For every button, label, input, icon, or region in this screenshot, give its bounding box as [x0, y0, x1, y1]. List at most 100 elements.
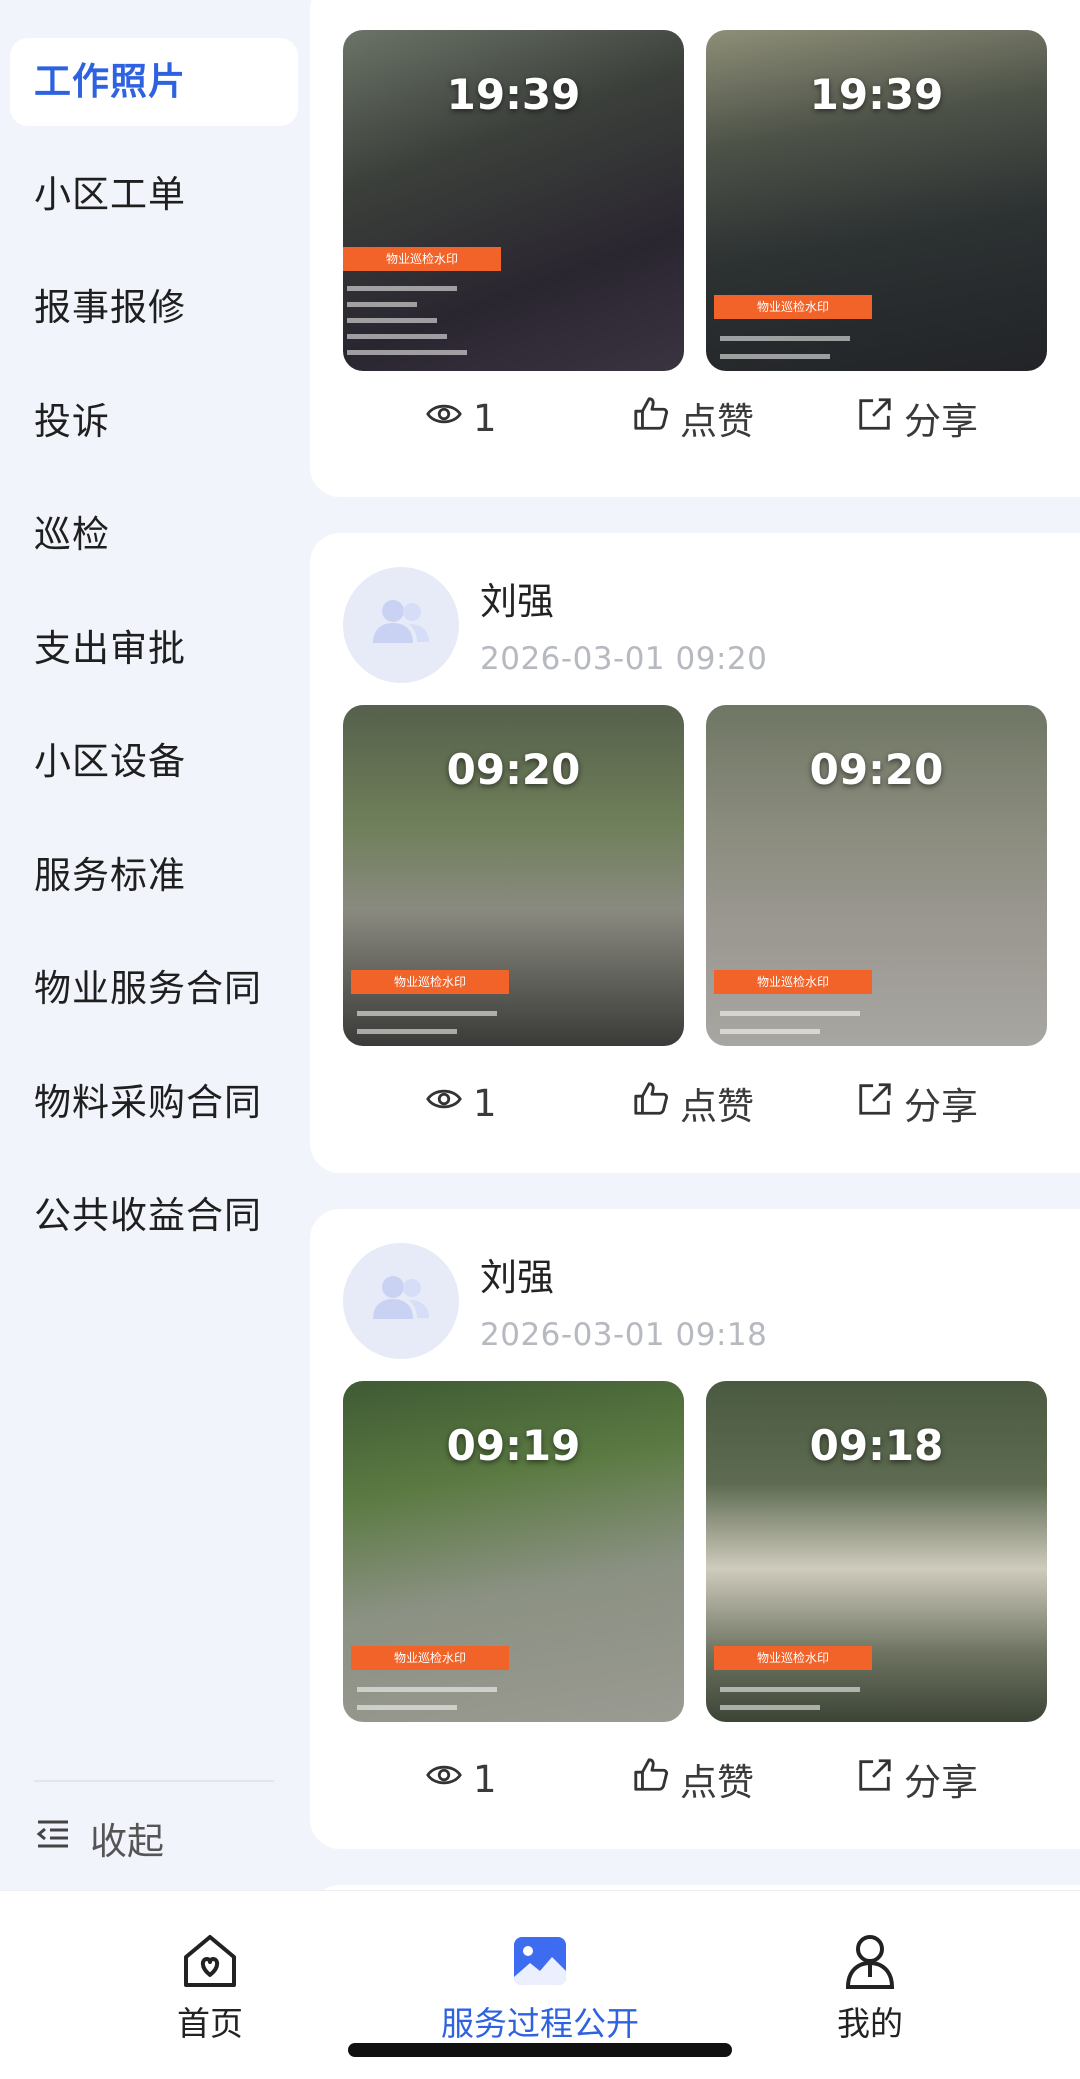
- watermark-text: [720, 1029, 820, 1034]
- watermark-tag: 物业巡检水印: [714, 1646, 872, 1670]
- avatar[interactable]: [343, 567, 459, 683]
- watermark-text: [720, 336, 850, 341]
- sidebar-item-service-standards[interactable]: 服务标准: [10, 832, 298, 920]
- watermark-text: [347, 334, 447, 339]
- tab-service-process[interactable]: 服务过程公开: [430, 1929, 650, 2045]
- photo-time: 09:19: [446, 1421, 581, 1470]
- users-icon: [365, 1263, 437, 1339]
- sidebar-item-complaints[interactable]: 投诉: [10, 378, 298, 466]
- sidebar-item-repairs[interactable]: 报事报修: [10, 264, 298, 352]
- watermark-tag: 物业巡检水印: [351, 1646, 509, 1670]
- sidebar: 工作照片 小区工单 报事报修 投诉 巡检 支出审批 小区设备 服务标准 物业服务…: [0, 0, 305, 1890]
- view-count-value: 1: [473, 396, 497, 440]
- collapse-button[interactable]: 收起: [34, 1808, 164, 1868]
- post-photo[interactable]: 09:18 物业巡检水印: [706, 1381, 1047, 1722]
- watermark-tag: 物业巡检水印: [343, 247, 501, 271]
- watermark-text: [347, 318, 437, 323]
- photo-icon: [430, 1929, 650, 1993]
- share-label: 分享: [904, 1761, 978, 1804]
- like-button[interactable]: 点赞: [632, 1749, 754, 1809]
- view-count-value: 1: [473, 1081, 497, 1125]
- post-card: 19:39 物业巡检水印 19:39 物业巡检水印 1 点赞 分享: [310, 0, 1080, 497]
- post-photo[interactable]: 09:20 物业巡检水印: [706, 705, 1047, 1046]
- post-card: 刘强 2026-03-01 09:20 09:20 物业巡检水印 09:20 物…: [310, 533, 1080, 1173]
- photo-time: 09:20: [446, 745, 581, 794]
- sidebar-item-procurement-contract[interactable]: 物料采购合同: [10, 1059, 298, 1147]
- share-button[interactable]: 分享: [856, 1749, 978, 1809]
- watermark-text: [720, 354, 830, 359]
- author-name[interactable]: 刘强: [480, 571, 554, 625]
- share-icon: [856, 395, 894, 442]
- like-label: 点赞: [680, 1085, 754, 1128]
- collapse-label: 收起: [90, 1820, 164, 1863]
- share-icon: [856, 1756, 894, 1803]
- watermark-text: [720, 1705, 820, 1710]
- watermark-text: [347, 302, 417, 307]
- tab-mine-label: 我的: [837, 2004, 903, 2043]
- tab-home-label: 首页: [177, 2004, 243, 2043]
- post-photo[interactable]: 09:20 物业巡检水印: [343, 705, 684, 1046]
- eye-icon: [425, 395, 463, 442]
- home-icon: [100, 1929, 320, 1993]
- watermark-text: [720, 1687, 860, 1692]
- post-actions: 1 点赞 分享: [310, 1749, 1080, 1809]
- home-indicator: [348, 2043, 732, 2057]
- sidebar-item-work-photos[interactable]: 工作照片: [10, 38, 298, 126]
- share-button[interactable]: 分享: [856, 1073, 978, 1133]
- users-icon: [365, 587, 437, 663]
- watermark-text: [357, 1687, 497, 1692]
- post-photo[interactable]: 09:19 物业巡检水印: [343, 1381, 684, 1722]
- thumbs-up-icon: [632, 1080, 670, 1127]
- share-button[interactable]: 分享: [856, 388, 978, 448]
- watermark-tag: 物业巡检水印: [714, 295, 872, 319]
- sidebar-item-work-orders[interactable]: 小区工单: [10, 151, 298, 239]
- watermark-tag: 物业巡检水印: [351, 970, 509, 994]
- sidebar-item-expense-approval[interactable]: 支出审批: [10, 605, 298, 693]
- watermark-text: [347, 350, 467, 355]
- watermark-text: [357, 1705, 457, 1710]
- tab-mine[interactable]: 我的: [760, 1929, 980, 2045]
- tab-home[interactable]: 首页: [100, 1929, 320, 2045]
- eye-icon: [425, 1080, 463, 1127]
- share-icon: [856, 1080, 894, 1127]
- like-button[interactable]: 点赞: [632, 1073, 754, 1133]
- view-count: 1: [425, 1073, 497, 1133]
- like-button[interactable]: 点赞: [632, 388, 754, 448]
- post-date: 2026-03-01 09:18: [480, 1317, 768, 1353]
- watermark-tag: 物业巡检水印: [714, 970, 872, 994]
- collapse-icon: [34, 1815, 72, 1862]
- post-actions: 1 点赞 分享: [310, 1073, 1080, 1133]
- photo-time: 09:18: [809, 1421, 944, 1470]
- sidebar-item-revenue-contract[interactable]: 公共收益合同: [10, 1172, 298, 1260]
- photo-time: 09:20: [809, 745, 944, 794]
- thumbs-up-icon: [632, 395, 670, 442]
- user-icon: [760, 1929, 980, 1993]
- share-label: 分享: [904, 1085, 978, 1128]
- sidebar-item-service-contract[interactable]: 物业服务合同: [10, 945, 298, 1033]
- photo-time: 19:39: [446, 70, 581, 119]
- post-card: 刘强 2026-03-01 09:18 09:19 物业巡检水印 09:18 物…: [310, 1209, 1080, 1849]
- watermark-text: [357, 1011, 497, 1016]
- watermark-text: [347, 286, 457, 291]
- view-count: 1: [425, 388, 497, 448]
- tab-bar: 首页 服务过程公开 我的: [0, 1890, 1080, 2079]
- thumbs-up-icon: [632, 1756, 670, 1803]
- photo-time: 19:39: [809, 70, 944, 119]
- watermark-text: [357, 1029, 457, 1034]
- post-photo[interactable]: 19:39 物业巡检水印: [343, 30, 684, 371]
- sidebar-item-inspection[interactable]: 巡检: [10, 491, 298, 579]
- post-photo[interactable]: 19:39 物业巡检水印: [706, 30, 1047, 371]
- like-label: 点赞: [680, 400, 754, 443]
- watermark-text: [720, 1011, 860, 1016]
- sidebar-divider: [34, 1780, 274, 1782]
- sidebar-item-equipment[interactable]: 小区设备: [10, 718, 298, 806]
- author-name[interactable]: 刘强: [480, 1247, 554, 1301]
- tab-service-process-label: 服务过程公开: [441, 2004, 639, 2043]
- like-label: 点赞: [680, 1761, 754, 1804]
- post-date: 2026-03-01 09:20: [480, 641, 768, 677]
- share-label: 分享: [904, 400, 978, 443]
- post-actions: 1 点赞 分享: [310, 388, 1080, 448]
- view-count: 1: [425, 1749, 497, 1809]
- avatar[interactable]: [343, 1243, 459, 1359]
- view-count-value: 1: [473, 1757, 497, 1801]
